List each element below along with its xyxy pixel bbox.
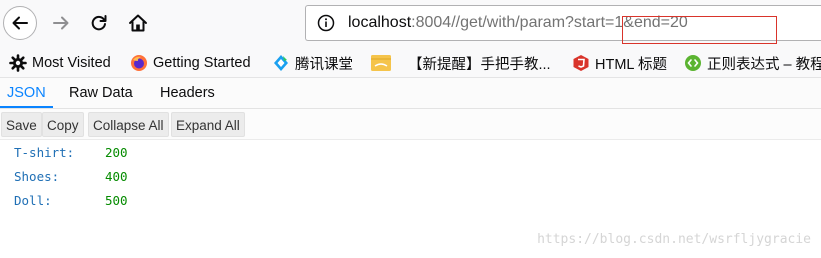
bookmark-regex[interactable]: 正则表达式 – 教程	[684, 52, 821, 74]
firefox-icon	[131, 55, 147, 71]
bookmark-label: Getting Started	[153, 55, 251, 71]
json-value: 200	[105, 145, 128, 160]
arrow-right-icon	[53, 16, 69, 30]
json-value: 500	[105, 193, 128, 208]
json-key: Doll:	[14, 193, 52, 208]
bookmark-label: 【新提醒】手把手教...	[408, 56, 551, 73]
bookmark-label: 正则表达式 – 教程	[707, 56, 821, 73]
bookmark-label: 腾讯课堂	[295, 56, 353, 73]
url-host: localhost	[348, 14, 412, 31]
json-value: 400	[105, 169, 128, 184]
query-highlight-box	[622, 16, 777, 44]
home-button[interactable]	[121, 6, 155, 40]
folder-bookmark-icon	[371, 55, 391, 71]
expand-all-button[interactable]: Expand All	[171, 112, 245, 137]
bookmark-tencent-class[interactable]: 腾讯课堂	[272, 52, 353, 74]
tab-headers[interactable]: Headers	[160, 78, 215, 108]
info-icon[interactable]	[317, 14, 335, 32]
bookmark-tutorial[interactable]: 【新提醒】手把手教...	[408, 52, 551, 74]
bookmark-getting-started[interactable]: Getting Started	[130, 52, 251, 74]
html-icon	[573, 55, 589, 71]
json-key: T-shirt:	[14, 145, 75, 160]
reload-icon	[91, 15, 107, 31]
json-viewer-toolbar: Save Copy Collapse All Expand All	[0, 109, 821, 140]
watermark: https://blog.csdn.net/wsrfljygracie	[537, 232, 811, 247]
collapse-all-button[interactable]: Collapse All	[88, 112, 169, 137]
bookmark-label: HTML 标题	[595, 56, 667, 73]
save-button[interactable]: Save	[1, 112, 42, 137]
reload-button[interactable]	[82, 6, 116, 40]
regex-icon	[685, 55, 701, 71]
json-viewer-tabs: JSON Raw Data Headers	[0, 78, 821, 109]
gear-icon	[9, 54, 27, 72]
bookmark-folder[interactable]	[370, 52, 397, 74]
json-tree: T-shirt: 200 Shoes: 400 Doll: 500 https:…	[0, 141, 821, 258]
url-text[interactable]: localhost:8004//get/with/param?start=1&e…	[348, 13, 777, 44]
forward-button[interactable]	[44, 6, 78, 40]
json-key: Shoes:	[14, 169, 60, 184]
tab-json[interactable]: JSON	[0, 78, 53, 108]
bookmark-label: Most Visited	[32, 55, 111, 71]
arrow-left-icon	[12, 16, 28, 30]
home-icon	[129, 14, 147, 32]
bookmark-most-visited[interactable]: Most Visited	[9, 52, 111, 74]
navigation-toolbar: localhost:8004//get/with/param?start=1&e…	[0, 0, 821, 48]
copy-button[interactable]: Copy	[42, 112, 84, 137]
tab-raw-data[interactable]: Raw Data	[69, 78, 133, 108]
address-bar[interactable]: localhost:8004//get/with/param?start=1&e…	[305, 5, 821, 44]
tencent-class-icon	[274, 55, 288, 71]
bookmark-html-title[interactable]: HTML 标题	[572, 52, 667, 74]
back-button[interactable]	[3, 6, 37, 40]
bookmarks-toolbar: Most Visited Getting Started 腾讯课堂 【新提醒】手…	[0, 48, 821, 78]
